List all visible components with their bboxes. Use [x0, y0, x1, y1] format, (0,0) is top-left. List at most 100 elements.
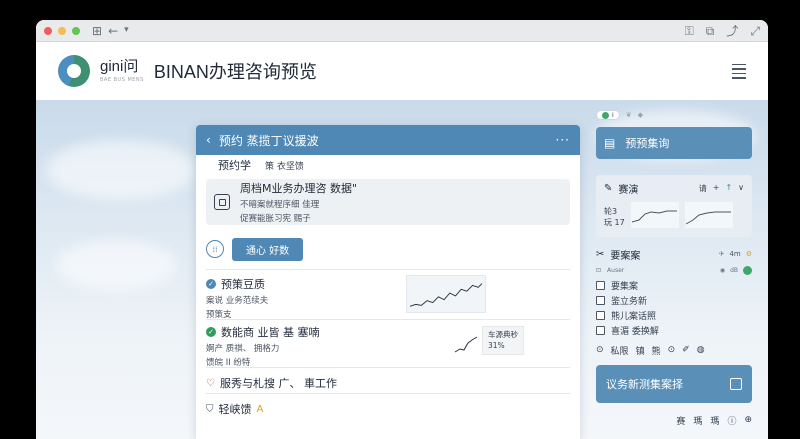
- dropdown-icon[interactable]: ▾: [124, 26, 129, 35]
- logo-icon: [58, 55, 90, 87]
- pin-icon[interactable]: ✈: [719, 250, 725, 258]
- business-icon: [214, 194, 230, 210]
- drop-icon: ◆: [637, 111, 644, 119]
- back-arrow-icon[interactable]: ←: [108, 25, 118, 37]
- checklist-item[interactable]: 喜湄 委换解: [596, 323, 752, 337]
- side-stats-body: 轮3 玩 17: [604, 202, 744, 228]
- edit-icon[interactable]: ✐: [682, 345, 690, 355]
- consult-card-title: 预约 蒸揽丁议援波: [218, 133, 319, 148]
- hamburger-menu-icon[interactable]: [732, 63, 746, 79]
- user-icon: ⊡: [596, 266, 602, 274]
- checklist-footer: ⊙ 私限 镇 熊 ⊙ ✐ ◍: [596, 341, 752, 359]
- camera-icon: ⊙: [596, 345, 604, 355]
- font-size-icon[interactable]: A: [257, 404, 264, 415]
- title-bar: ⊞ ← ▾ ⚿ ⧉ ⤴ ⤢: [36, 20, 768, 42]
- checklist-foot-4[interactable]: ⊙: [668, 345, 676, 355]
- info-icon[interactable]: ⓘ: [727, 414, 736, 427]
- checkbox[interactable]: [596, 280, 605, 290]
- checklist-item-label: 喜湄 委换解: [611, 326, 659, 337]
- checklist-item[interactable]: 要集案: [596, 278, 752, 292]
- status-toggle[interactable]: I: [596, 110, 620, 120]
- list-item-title: 预策豆质: [221, 278, 265, 291]
- checklist-item-label: 熊儿案话照: [611, 311, 657, 322]
- side-footer: 赛 瑪 瑪 ⓘ ⊕: [596, 412, 752, 428]
- hero-background: ‹ 预约 蒸揽丁议援波 ··· 预约学 策 衣坚馈 周档M业务办理咨 数据" 不…: [36, 100, 768, 439]
- list-item[interactable]: ⛉ 轻峡馈 A: [206, 393, 570, 419]
- minimize-window-button[interactable]: [58, 26, 66, 35]
- side-stats-labels: 轮3 玩 17: [604, 207, 625, 228]
- logo: gini问 BAE BUS MENS: [100, 59, 144, 83]
- checklist-item[interactable]: 鉴立务新: [596, 293, 752, 307]
- list-item-title-row: ⛉ 轻峡馈 A: [206, 401, 570, 417]
- business-line-1: 不暗案就程序细 佳理: [240, 200, 320, 210]
- checklist-foot-1[interactable]: 私限: [611, 344, 629, 357]
- checklist-header-actions: ✈ 4m ⚙: [719, 250, 752, 258]
- trend-sparkline: [406, 275, 486, 313]
- stat-badge-value: 31%: [488, 340, 505, 350]
- side-status-bar: I ❦ ◆: [596, 108, 752, 122]
- eye-icon[interactable]: ◉: [720, 267, 725, 274]
- check-circle-icon: ◍: [696, 345, 705, 355]
- side-footer-2[interactable]: 瑪: [693, 414, 702, 427]
- consult-card-header: ‹ 预约 蒸揽丁议援波 ···: [196, 125, 580, 155]
- side-booking-card[interactable]: ▤ 预预集询: [596, 127, 752, 159]
- page-title: BINAN办理咨询预览: [153, 62, 317, 82]
- checklist-sub-actions: ◉ dB: [720, 265, 752, 275]
- business-summary[interactable]: 周档M业务办理咨 数据" 不暗案就程序细 佳理 促赛能胀习宪 赐子: [206, 179, 570, 225]
- stats-control-add[interactable]: +: [713, 183, 720, 194]
- shield-icon: ⛉: [206, 403, 214, 415]
- check-circle-icon: [743, 265, 752, 275]
- list-item[interactable]: ✓ 数能商 业皆 基 塞喃 婀产 质祺、 拥格力 馈皖 II 纷特 车源典秒 3…: [206, 319, 570, 368]
- app-header: gini问 BAE BUS MENS BINAN办理咨询预览: [36, 42, 768, 100]
- checklist-item[interactable]: 熊儿案话照: [596, 308, 752, 322]
- mini-trend-line: [454, 336, 478, 353]
- stats-control-query[interactable]: 请: [699, 183, 707, 194]
- settings-icon[interactable]: ⚙: [746, 250, 752, 258]
- pin-icon: ✎: [604, 183, 613, 194]
- back-chevron-icon[interactable]: ‹: [206, 133, 211, 147]
- online-status-icon: [602, 111, 609, 119]
- scissors-icon: ✂: [596, 248, 605, 260]
- lock-icon[interactable]: ⚿: [685, 25, 694, 37]
- stat-badge: 车源典秒 31%: [482, 326, 524, 355]
- list-item-title: 数能商 业皆 基 塞喃: [221, 326, 320, 339]
- check-circle-icon: ✓: [206, 327, 216, 337]
- more-options-icon[interactable]: ···: [556, 133, 570, 147]
- side-stats-title: 赛演: [618, 185, 639, 196]
- side-footer-1[interactable]: 赛: [676, 414, 685, 427]
- stats-control-expand[interactable]: ∨: [738, 183, 744, 194]
- stats-control-up[interactable]: ↑: [725, 183, 732, 194]
- close-window-button[interactable]: [44, 26, 52, 35]
- chat-bubble-icon: ⁞⁞: [206, 240, 224, 258]
- copy-icon[interactable]: ⧉: [706, 25, 715, 37]
- heart-icon: ♡: [206, 377, 215, 389]
- list-item[interactable]: ✓ 预策豆质 案说 业务范续夫 预策支: [206, 269, 570, 320]
- quick-action-button[interactable]: 通心 好数: [232, 237, 304, 261]
- checkbox[interactable]: [596, 325, 605, 335]
- consult-card: ‹ 预约 蒸揽丁议援波 ··· 预约学 策 衣坚馈 周档M业务办理咨 数据" 不…: [196, 125, 580, 439]
- checkbox[interactable]: [596, 295, 605, 305]
- checklist-foot-2[interactable]: 镇: [636, 344, 645, 357]
- primary-action-label: 议务新测集案择: [606, 378, 683, 391]
- logo-subtitle: BAE BUS MENS: [100, 77, 144, 83]
- fullscreen-icon[interactable]: ⤢: [750, 25, 760, 37]
- checklist-subheader: ⊡ Auser ◉ dB: [596, 263, 752, 277]
- list-item[interactable]: ♡ 服秀与札搜 广、 車工作: [206, 367, 570, 393]
- primary-action-button[interactable]: 议务新测集案择: [596, 365, 752, 403]
- browser-window: ⊞ ← ▾ ⚿ ⧉ ⤴ ⤢ gini问 BAE BUS MENS BINAN办理…: [36, 20, 768, 439]
- checkbox[interactable]: [596, 310, 605, 320]
- new-tab-icon[interactable]: ⊞: [92, 25, 102, 37]
- side-footer-3[interactable]: 瑪: [710, 414, 719, 427]
- tab-booking[interactable]: 预约学: [218, 157, 251, 173]
- side-stats-line-2: 玩 17: [604, 217, 625, 227]
- checklist-title: 要案案: [610, 250, 641, 262]
- side-checklist: ✂ 要案案 ✈ 4m ⚙ ⊡ Auser ◉ dB 要集案 鉴立务新 熊儿案话照: [596, 245, 752, 359]
- checklist-header: ✂ 要案案 ✈ 4m ⚙: [596, 245, 752, 263]
- logo-name: gini问: [100, 58, 139, 75]
- share-icon[interactable]: ⤴: [726, 25, 738, 37]
- document-icon: [730, 378, 742, 390]
- checklist-foot-3[interactable]: 熊: [652, 344, 661, 357]
- add-icon[interactable]: ⊕: [744, 415, 752, 425]
- list-item-title-row: ♡ 服秀与札搜 广、 車工作: [206, 375, 570, 391]
- maximize-window-button[interactable]: [72, 26, 80, 35]
